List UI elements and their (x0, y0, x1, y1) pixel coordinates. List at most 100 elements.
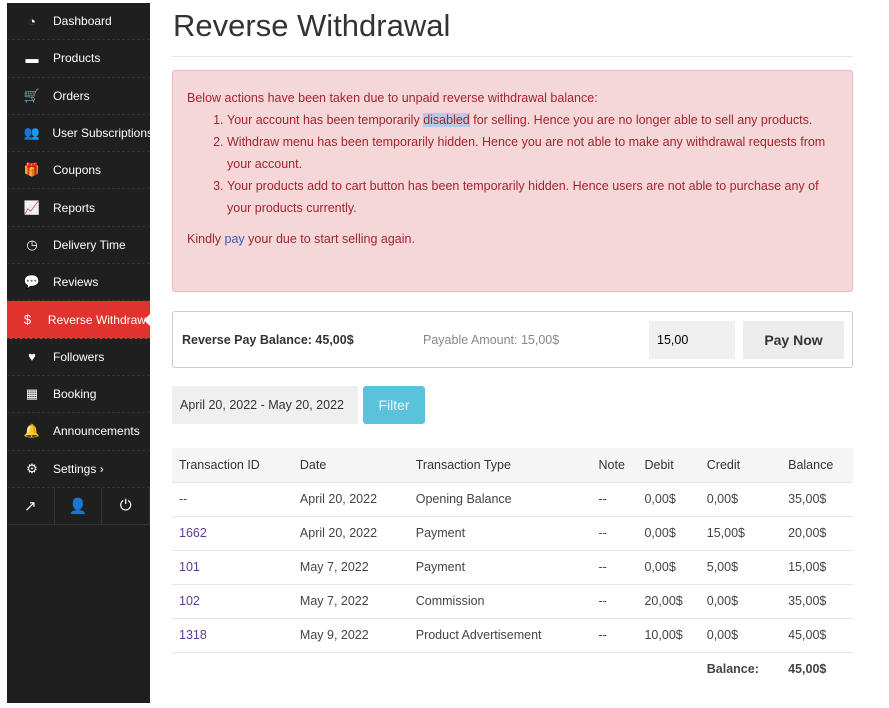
sidebar-item-followers[interactable]: ♥ Followers (7, 339, 150, 376)
sidebar-item-settings[interactable]: ⚙ Settings › (7, 451, 150, 488)
alert-outro: Kindly pay your due to start selling aga… (187, 228, 838, 250)
heart-icon: ♥ (28, 349, 36, 365)
sidebar-item-label: Dashboard (53, 14, 112, 29)
alert-item: Your account has been temporarily disabl… (227, 109, 838, 131)
user-icon[interactable]: 👤 (55, 487, 103, 524)
alert-text: Kindly (187, 232, 225, 246)
cell: 35,00$ (781, 583, 853, 618)
cell: 0,00$ (699, 583, 782, 618)
sidebar-item-reviews[interactable]: 💬 Reviews (7, 264, 150, 302)
table-row: -- April 20, 2022 Opening Balance -- 0,00$ 0,… (172, 481, 853, 516)
table-row: 102 May 7, 2022 Commission -- 20,00$ 0,00$ 35,… (172, 583, 853, 618)
cell: Commission (408, 583, 592, 618)
page-title: Reverse Withdrawal (173, 8, 451, 43)
cell: 101 (172, 549, 293, 584)
filter-button[interactable]: Filter (363, 386, 425, 424)
column-header: Transaction Type (408, 448, 592, 482)
pay-now-button[interactable]: Pay Now (743, 320, 844, 359)
cell: -- (591, 583, 638, 618)
external-link-icon[interactable]: ↗ (7, 487, 55, 524)
alert-item: Your products add to cart button has bee… (227, 175, 838, 219)
cell: 5,00$ (699, 549, 782, 584)
sidebar-item-label: Settings › (53, 461, 104, 476)
briefcase-icon: ▬ (25, 50, 39, 66)
cell: April 20, 2022 (292, 515, 409, 550)
alert-text: for selling. Hence you are no longer abl… (469, 113, 813, 127)
sidebar-item-reverse-withdrawal[interactable]: $ Reverse Withdrawal (7, 301, 151, 339)
comments-icon: 💬 (23, 274, 41, 290)
transaction-id-link[interactable]: 1318 (179, 628, 207, 642)
alert-text: Your account has been temporarily (227, 113, 424, 127)
alert-intro: Below actions have been taken due to unp… (187, 91, 598, 105)
gear-icon: ⚙ (26, 460, 38, 476)
pay-link[interactable]: pay (225, 232, 245, 246)
sidebar-item-user-subscriptions[interactable]: 👥 User Subscriptions (7, 115, 150, 153)
chart-icon: 📈 (23, 199, 41, 215)
sidebar-item-label: Delivery Time (53, 237, 126, 252)
calendar-icon: ▦ (25, 386, 39, 402)
cell: May 7, 2022 (292, 583, 409, 618)
table-row: 1318 May 9, 2022 Product Advertisement -- 10… (172, 617, 853, 652)
sidebar-item-reports[interactable]: 📈 Reports (7, 189, 150, 227)
table-row: 1662 April 20, 2022 Payment -- 0,00$ 15,00$ 20… (172, 515, 853, 550)
cell: 45,00$ (781, 617, 853, 652)
cell: 0,00$ (637, 481, 700, 516)
cell: -- (591, 549, 638, 584)
sidebar-item-label: Reports (53, 200, 96, 215)
sidebar-item-delivery-time[interactable]: ◷ Delivery Time (7, 227, 150, 265)
sidebar-item-label: Followers (53, 349, 105, 364)
sidebar-item-announcements[interactable]: 🔔 Announcements (7, 413, 150, 451)
cell: 0,00$ (637, 515, 700, 550)
dollar-icon: $ (23, 312, 32, 328)
column-header: Balance (781, 448, 853, 482)
transaction-id-link[interactable]: 101 (179, 560, 200, 574)
sidebar-item-dashboard[interactable]: ◔ Dashboard (7, 3, 150, 41)
column-header: Transaction ID (172, 448, 293, 482)
cart-icon: 🛒 (23, 87, 41, 103)
bell-icon: 🔔 (23, 423, 41, 439)
cell: April 20, 2022 (292, 481, 409, 516)
warning-alert: Below actions have been taken due to unp… (172, 70, 853, 292)
table-footer: Balance: 45,00$ (172, 651, 853, 686)
balance-label: Balance: (699, 651, 782, 686)
sidebar-bottom-row: ↗ 👤 ⏻ (7, 487, 151, 525)
sidebar-item-products[interactable]: ▬ Products (7, 40, 150, 78)
cell: 0,00$ (637, 549, 700, 584)
dashboard-icon: ◔ (28, 13, 36, 29)
column-header: Date (292, 448, 409, 482)
cell: 15,00$ (699, 515, 782, 550)
transaction-id-link[interactable]: 1662 (179, 526, 207, 540)
sidebar-item-coupons[interactable]: 🎁 Coupons (7, 152, 150, 190)
sidebar-item-booking[interactable]: ▦ Booking (7, 376, 150, 414)
cell: 1662 (172, 515, 293, 550)
cell: -- (591, 515, 638, 550)
pay-amount-input[interactable] (649, 320, 735, 359)
alert-text: your due to start selling again. (244, 232, 415, 246)
payable-amount: Payable Amount: 15,00$ (423, 332, 560, 347)
sidebar-item-label: User Subscriptions (52, 126, 150, 141)
transaction-id-link[interactable]: 102 (179, 594, 200, 608)
sidebar-item-label: Coupons (53, 163, 102, 178)
cell: 15,00$ (781, 549, 853, 584)
divider (172, 56, 853, 57)
table-row: 101 May 7, 2022 Payment -- 0,00$ 5,00$ 15,00$ (172, 549, 853, 584)
cell: -- (591, 617, 638, 652)
highlighted-text: disabled (423, 113, 470, 127)
users-icon: 👥 (23, 125, 40, 141)
sidebar-item-label: Reverse Withdrawal (47, 312, 150, 327)
cell: Payment (408, 515, 592, 550)
sidebar-item-label: Reviews (53, 275, 99, 290)
sidebar-item-label: Announcements (53, 424, 140, 439)
cell: 102 (172, 583, 293, 618)
sidebar-item-orders[interactable]: 🛒 Orders (7, 78, 150, 115)
alert-item: Withdraw menu has been temporarily hidde… (227, 131, 838, 175)
date-range-input[interactable]: April 20, 2022 - May 20, 2022 (172, 386, 358, 424)
cell: 10,00$ (637, 617, 700, 652)
sidebar-item-label: Booking (53, 387, 97, 402)
reverse-pay-balance: Reverse Pay Balance: 45,00$ (182, 332, 354, 347)
transactions-table: Transaction ID Date Transaction Type Note De… (172, 448, 853, 686)
power-icon[interactable]: ⏻ (102, 487, 151, 524)
cell: 35,00$ (781, 481, 853, 516)
cell: May 9, 2022 (292, 617, 409, 652)
cell: 20,00$ (637, 583, 700, 618)
